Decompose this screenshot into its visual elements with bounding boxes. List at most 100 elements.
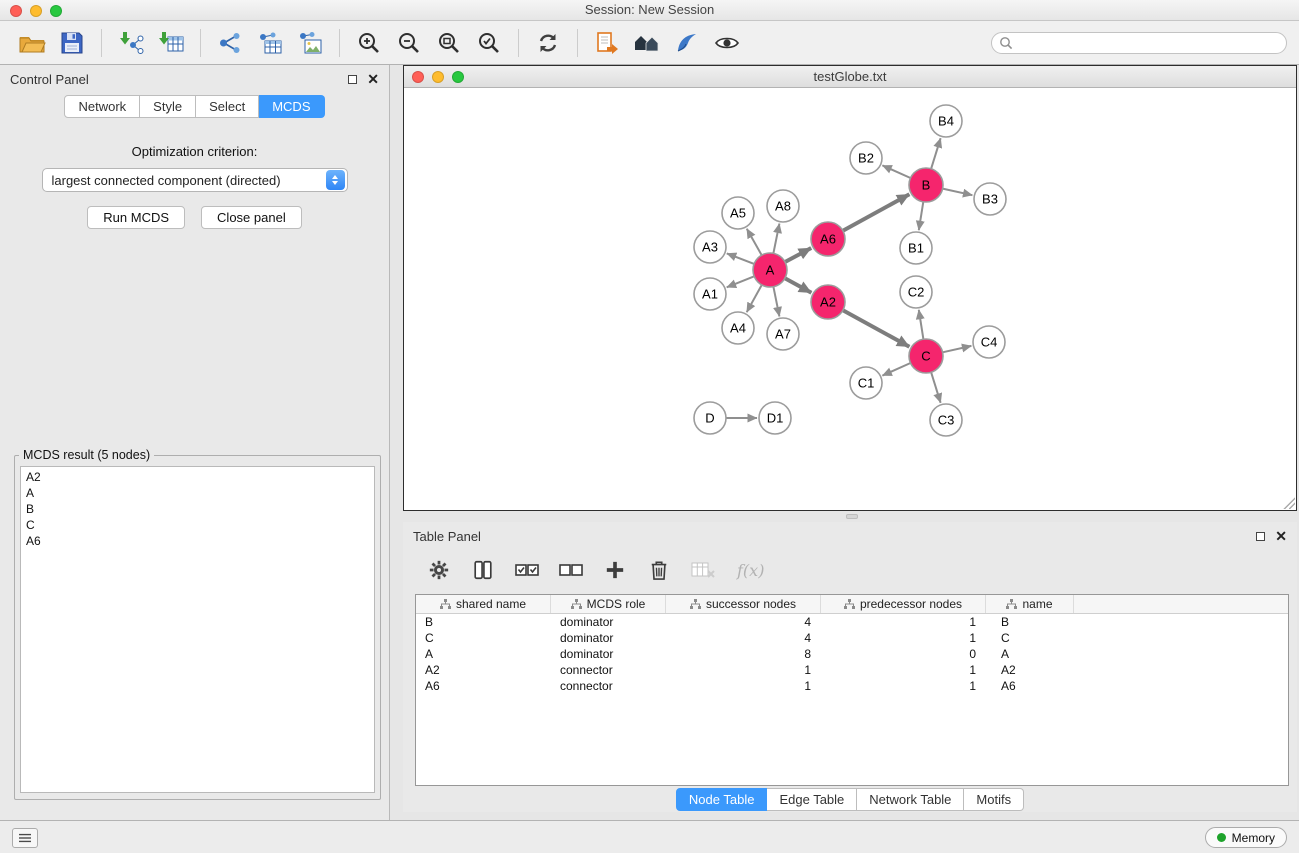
node-B[interactable]: B [909, 168, 943, 202]
edge-A-A8[interactable] [773, 224, 779, 254]
edge-A-A3[interactable] [727, 253, 754, 264]
zoom-window-button[interactable] [50, 5, 62, 17]
memory-button[interactable]: Memory [1205, 827, 1287, 848]
tab-node-table[interactable]: Node Table [676, 788, 768, 811]
table-cell[interactable]: 1 [666, 663, 821, 677]
add-column-icon[interactable] [601, 557, 629, 583]
edge-C-C4[interactable] [943, 346, 972, 352]
close-panel-button[interactable]: Close panel [201, 206, 302, 229]
show-hide-eye-icon[interactable] [712, 28, 742, 58]
table-cell[interactable]: A2 [416, 663, 551, 677]
node-A[interactable]: A [753, 253, 787, 287]
panel-splitter-handle[interactable] [846, 514, 858, 519]
node-A8[interactable]: A8 [767, 190, 799, 222]
mcds-result-list[interactable]: A2ABCA6 [20, 466, 375, 793]
select-all-icon[interactable] [513, 557, 541, 583]
edge-B-B2[interactable] [882, 165, 910, 178]
node-B3[interactable]: B3 [974, 183, 1006, 215]
import-table-file-icon[interactable] [156, 28, 186, 58]
table-cell[interactable]: 0 [821, 647, 986, 661]
zoom-in-icon[interactable] [354, 28, 384, 58]
node-A3[interactable]: A3 [694, 231, 726, 263]
delete-columns-icon[interactable] [645, 557, 673, 583]
result-item[interactable]: A [26, 485, 369, 501]
unselect-all-icon[interactable] [557, 557, 585, 583]
run-mcds-button[interactable]: Run MCDS [87, 206, 185, 229]
show-columns-icon[interactable] [469, 557, 497, 583]
table-cell[interactable]: connector [551, 663, 666, 677]
table-cell[interactable]: B [416, 615, 551, 629]
table-cell[interactable]: C [416, 631, 551, 645]
node-C3[interactable]: C3 [930, 404, 962, 436]
export-document-icon[interactable] [592, 28, 622, 58]
edge-B-B1[interactable] [919, 202, 924, 230]
network-from-image-icon[interactable] [295, 28, 325, 58]
table-cell[interactable]: A6 [986, 679, 1074, 693]
search-input[interactable] [991, 32, 1287, 54]
result-item[interactable]: A2 [26, 469, 369, 485]
column-header-successor-nodes[interactable]: successor nodes [666, 595, 821, 613]
edge-C-C3[interactable] [931, 372, 941, 403]
style-brush-icon[interactable] [672, 28, 702, 58]
float-table-panel-icon[interactable] [1256, 532, 1265, 541]
tab-network-table[interactable]: Network Table [857, 788, 964, 811]
edge-C-C1[interactable] [882, 363, 910, 376]
table-cell[interactable]: dominator [551, 631, 666, 645]
node-C1[interactable]: C1 [850, 367, 882, 399]
edge-B-B4[interactable] [931, 138, 941, 169]
result-item[interactable]: B [26, 501, 369, 517]
column-header-name[interactable]: name [986, 595, 1074, 613]
table-row[interactable]: Cdominator41C [416, 630, 1288, 646]
table-row[interactable]: A6connector11A6 [416, 678, 1288, 694]
table-row[interactable]: A2connector11A2 [416, 662, 1288, 678]
edge-A-A4[interactable] [747, 285, 762, 312]
node-C[interactable]: C [909, 339, 943, 373]
table-cell[interactable]: 8 [666, 647, 821, 661]
refresh-layout-icon[interactable] [533, 28, 563, 58]
tab-select[interactable]: Select [196, 95, 259, 118]
node-B2[interactable]: B2 [850, 142, 882, 174]
table-cell[interactable]: connector [551, 679, 666, 693]
table-cell[interactable]: C [986, 631, 1074, 645]
column-header-shared-name[interactable]: shared name [416, 595, 551, 613]
zoom-selected-icon[interactable] [474, 28, 504, 58]
save-session-icon[interactable] [57, 28, 87, 58]
import-network-file-icon[interactable] [116, 28, 146, 58]
node-C4[interactable]: C4 [973, 326, 1005, 358]
float-panel-icon[interactable] [348, 75, 357, 84]
node-A2[interactable]: A2 [811, 285, 845, 319]
node-B4[interactable]: B4 [930, 105, 962, 137]
close-window-button[interactable] [10, 5, 22, 17]
node-D1[interactable]: D1 [759, 402, 791, 434]
close-panel-icon[interactable]: ✕ [367, 74, 379, 84]
tab-edge-table[interactable]: Edge Table [767, 788, 857, 811]
close-table-panel-icon[interactable]: ✕ [1275, 531, 1287, 541]
result-item[interactable]: C [26, 517, 369, 533]
table-cell[interactable]: 4 [666, 615, 821, 629]
network-minimize-button[interactable] [432, 71, 444, 83]
node-C2[interactable]: C2 [900, 276, 932, 308]
tab-motifs[interactable]: Motifs [964, 788, 1024, 811]
open-folder-icon[interactable] [17, 28, 47, 58]
node-A1[interactable]: A1 [694, 278, 726, 310]
settings-gear-icon[interactable] [425, 557, 453, 583]
table-cell[interactable]: A [986, 647, 1074, 661]
zoom-out-icon[interactable] [394, 28, 424, 58]
table-cell[interactable]: A6 [416, 679, 551, 693]
show-panel-list-button[interactable] [12, 828, 38, 848]
zoom-fit-icon[interactable] [434, 28, 464, 58]
node-A4[interactable]: A4 [722, 312, 754, 344]
column-header-predecessor-nodes[interactable]: predecessor nodes [821, 595, 986, 613]
edge-A-A7[interactable] [773, 287, 779, 317]
table-cell[interactable]: 1 [666, 679, 821, 693]
network-close-button[interactable] [412, 71, 424, 83]
node-D[interactable]: D [694, 402, 726, 434]
network-window-titlebar[interactable]: testGlobe.txt [404, 66, 1296, 88]
home-network-icon[interactable] [632, 28, 662, 58]
window-resize-grip[interactable] [1282, 496, 1295, 509]
edge-A-A1[interactable] [727, 276, 755, 287]
edge-C-C2[interactable] [919, 310, 924, 339]
edge-A6-B[interactable] [843, 194, 910, 231]
table-row[interactable]: Bdominator41B [416, 614, 1288, 630]
table-cell[interactable]: dominator [551, 615, 666, 629]
